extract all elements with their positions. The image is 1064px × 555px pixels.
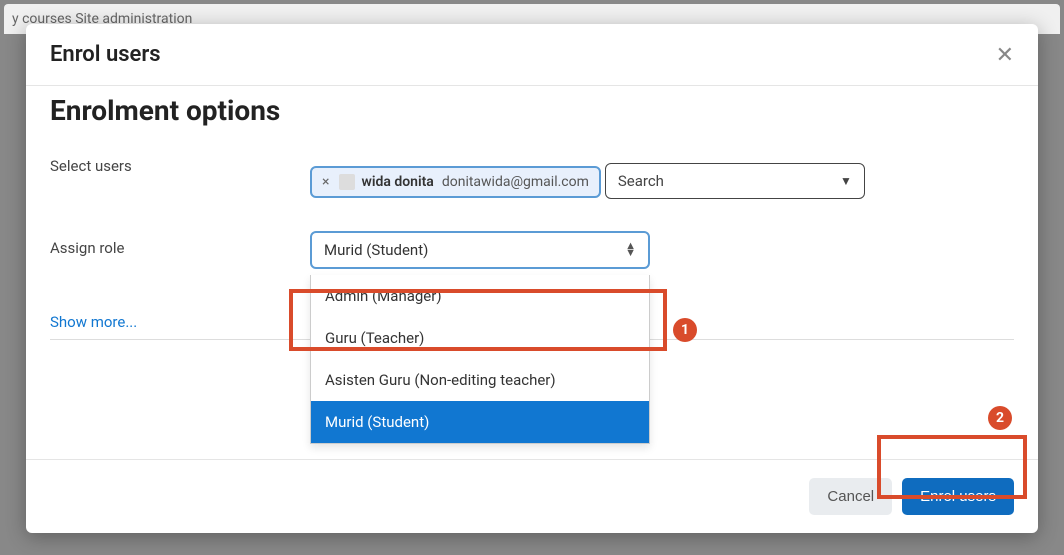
enrol-users-modal: Enrol users ✕ Enrolment options Select u… — [26, 24, 1038, 533]
modal-body: Enrolment options Select users × wida do… — [26, 86, 1038, 459]
remove-user-icon[interactable]: × — [322, 174, 329, 190]
role-option-murid[interactable]: Murid (Student) — [311, 401, 649, 443]
modal-header: Enrol users ✕ — [26, 24, 1038, 86]
show-more-link[interactable]: Show more... — [50, 313, 137, 331]
chevron-down-icon: ▼ — [840, 174, 852, 188]
role-select-wrapper: Murid (Student) ▲▼ Admin (Manager) Guru … — [310, 231, 650, 269]
cancel-button[interactable]: Cancel — [809, 478, 892, 515]
annotation-marker-1: 1 — [673, 318, 697, 342]
role-dropdown: Admin (Manager) Guru (Teacher) Asisten G… — [310, 275, 650, 444]
select-users-label: Select users — [50, 149, 310, 175]
select-users-control: × wida donita donitawida@gmail.com Searc… — [310, 149, 1014, 199]
role-option-asisten[interactable]: Asisten Guru (Non-editing teacher) — [311, 359, 649, 401]
user-email: donitawida@gmail.com — [442, 174, 589, 190]
role-option-admin[interactable]: Admin (Manager) — [311, 275, 649, 317]
role-option-guru[interactable]: Guru (Teacher) — [311, 317, 649, 359]
user-chip[interactable]: × wida donita donitawida@gmail.com — [310, 166, 601, 198]
avatar — [339, 174, 355, 190]
close-icon[interactable]: ✕ — [996, 44, 1014, 66]
enrol-users-button[interactable]: Enrol users — [902, 478, 1014, 515]
assign-role-label: Assign role — [50, 231, 310, 257]
section-title: Enrolment options — [50, 94, 1014, 127]
select-users-row: Select users × wida donita donitawida@gm… — [50, 149, 1014, 199]
annotation-marker-2: 2 — [988, 406, 1012, 430]
assign-role-row: Assign role Murid (Student) ▲▼ Admin (Ma… — [50, 231, 1014, 269]
user-name: wida donita — [361, 174, 433, 190]
modal-footer: Cancel Enrol users — [26, 459, 1038, 533]
updown-icon: ▲▼ — [625, 243, 636, 256]
role-selected-value: Murid (Student) — [324, 241, 428, 259]
role-select[interactable]: Murid (Student) ▲▼ — [310, 231, 650, 269]
search-placeholder: Search — [618, 172, 664, 190]
search-dropdown[interactable]: Search ▼ — [605, 163, 865, 199]
modal-title: Enrol users — [50, 42, 161, 67]
assign-role-control: Murid (Student) ▲▼ Admin (Manager) Guru … — [310, 231, 1014, 269]
